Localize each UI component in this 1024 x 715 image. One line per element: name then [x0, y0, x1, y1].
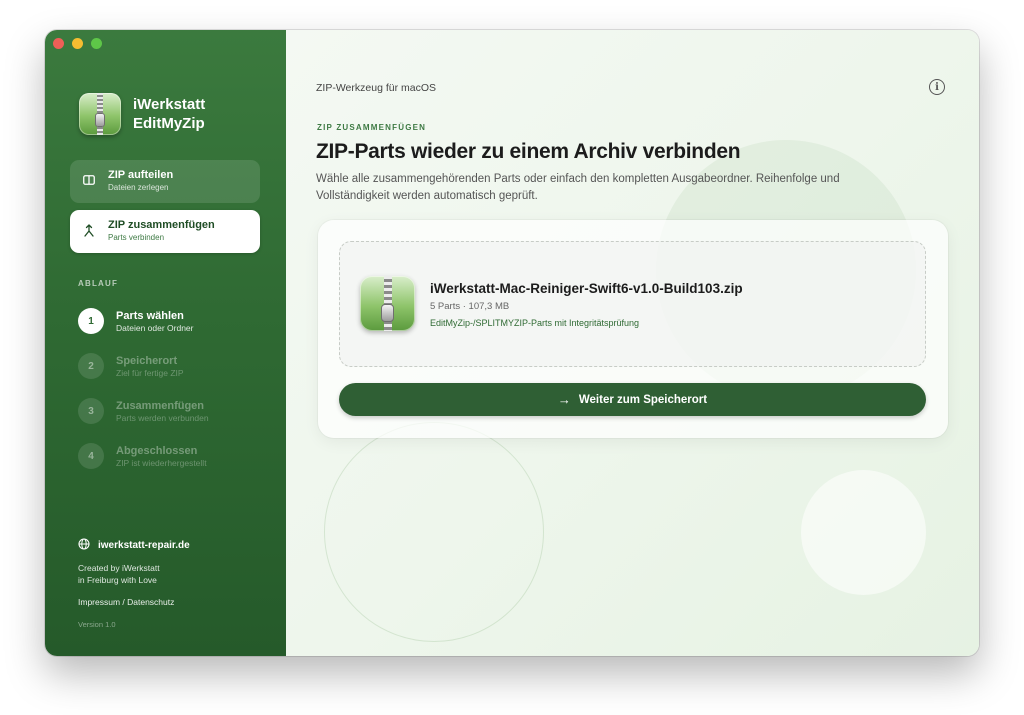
- brand-name: iWerkstatt: [133, 96, 206, 113]
- zip-archive-icon: [360, 276, 415, 331]
- step-title: Speicherort: [116, 354, 178, 367]
- website-label: iwerkstatt-repair.de: [98, 540, 190, 551]
- file-note: EditMyZip-/SPLITMYZIP-Parts mit Integrit…: [430, 318, 640, 328]
- credit-line-1: Created by iWerkstatt: [78, 563, 160, 573]
- step-title: Parts wählen: [116, 309, 184, 322]
- app-window: iWerkstatt EditMyZip ZIP aufteilen Datei…: [45, 30, 979, 656]
- step-number: 4: [78, 443, 104, 469]
- split-columns-icon: [83, 174, 95, 189]
- legal-link[interactable]: Impressum / Datenschutz: [78, 597, 174, 607]
- file-meta: 5 Parts · 107,3 MB: [430, 301, 510, 312]
- step-title: Abgeschlossen: [116, 444, 198, 457]
- zip-archive-icon: [79, 93, 121, 135]
- close-window-button[interactable]: [53, 38, 64, 49]
- traffic-lights: [53, 38, 102, 49]
- website-link[interactable]: iwerkstatt-repair.de: [78, 538, 190, 553]
- file-name: iWerkstatt-Mac-Reiniger-Swift6-v1.0-Buil…: [430, 281, 743, 296]
- step-2: 2 Speicherort Ziel für fertige ZIP: [78, 353, 184, 379]
- nav-zip-merge-title: ZIP zusammenfügen: [108, 219, 215, 231]
- globe-icon: [78, 538, 90, 553]
- step-subtitle: Ziel für fertige ZIP: [116, 367, 184, 378]
- nav-zip-split-subtitle: Dateien zerlegen: [108, 183, 169, 192]
- step-subtitle: ZIP ist wiederhergestellt: [116, 457, 207, 468]
- main-panel: ZIP-Werkzeug für macOS i ZIP ZUSAMMENFÜG…: [286, 30, 979, 656]
- step-subtitle: Parts werden verbunden: [116, 412, 209, 423]
- brand: iWerkstatt EditMyZip: [79, 93, 205, 135]
- merge-card: iWerkstatt-Mac-Reiniger-Swift6-v1.0-Buil…: [318, 220, 948, 438]
- section-eyebrow: ZIP ZUSAMMENFÜGEN: [317, 123, 427, 132]
- credit-text: Created by iWerkstatt in Freiburg with L…: [78, 562, 160, 586]
- steps-section-label: ABLAUF: [78, 279, 119, 288]
- nav-zip-split-title: ZIP aufteilen: [108, 169, 174, 181]
- step-number: 2: [78, 353, 104, 379]
- step-number: 3: [78, 398, 104, 424]
- step-number: 1: [78, 308, 104, 334]
- nav-zip-merge[interactable]: ZIP zusammenfügen Parts verbinden: [70, 210, 260, 253]
- continue-button[interactable]: → Weiter zum Speicherort: [339, 383, 926, 416]
- version-label: Version 1.0: [78, 620, 116, 629]
- nav-zip-merge-subtitle: Parts verbinden: [108, 233, 165, 242]
- arrow-right-icon: →: [557, 392, 571, 407]
- step-title: Zusammenfügen: [116, 399, 205, 412]
- page-description: Wähle alle zusammengehörenden Parts oder…: [316, 173, 840, 202]
- app-title: ZIP-Werkzeug für macOS: [316, 82, 437, 94]
- sidebar: iWerkstatt EditMyZip ZIP aufteilen Datei…: [45, 30, 286, 656]
- file-dropzone[interactable]: iWerkstatt-Mac-Reiniger-Swift6-v1.0-Buil…: [339, 241, 926, 367]
- credit-line-2: in Freiburg with Love: [78, 575, 157, 585]
- zoom-window-button[interactable]: [91, 38, 102, 49]
- info-icon[interactable]: i: [929, 79, 945, 95]
- step-3: 3 Zusammenfügen Parts werden verbunden: [78, 398, 209, 424]
- merge-arrows-icon: [83, 224, 95, 240]
- step-4: 4 Abgeschlossen ZIP ist wiederhergestell…: [78, 443, 207, 469]
- step-1: 1 Parts wählen Dateien oder Ordner: [78, 308, 194, 334]
- minimize-window-button[interactable]: [72, 38, 83, 49]
- continue-button-label: Weiter zum Speicherort: [578, 393, 708, 406]
- step-subtitle: Dateien oder Ordner: [116, 322, 194, 333]
- nav-zip-split[interactable]: ZIP aufteilen Dateien zerlegen: [70, 160, 260, 203]
- brand-product: EditMyZip: [133, 115, 205, 132]
- page-title: ZIP-Parts wieder zu einem Archiv verbind…: [316, 140, 741, 163]
